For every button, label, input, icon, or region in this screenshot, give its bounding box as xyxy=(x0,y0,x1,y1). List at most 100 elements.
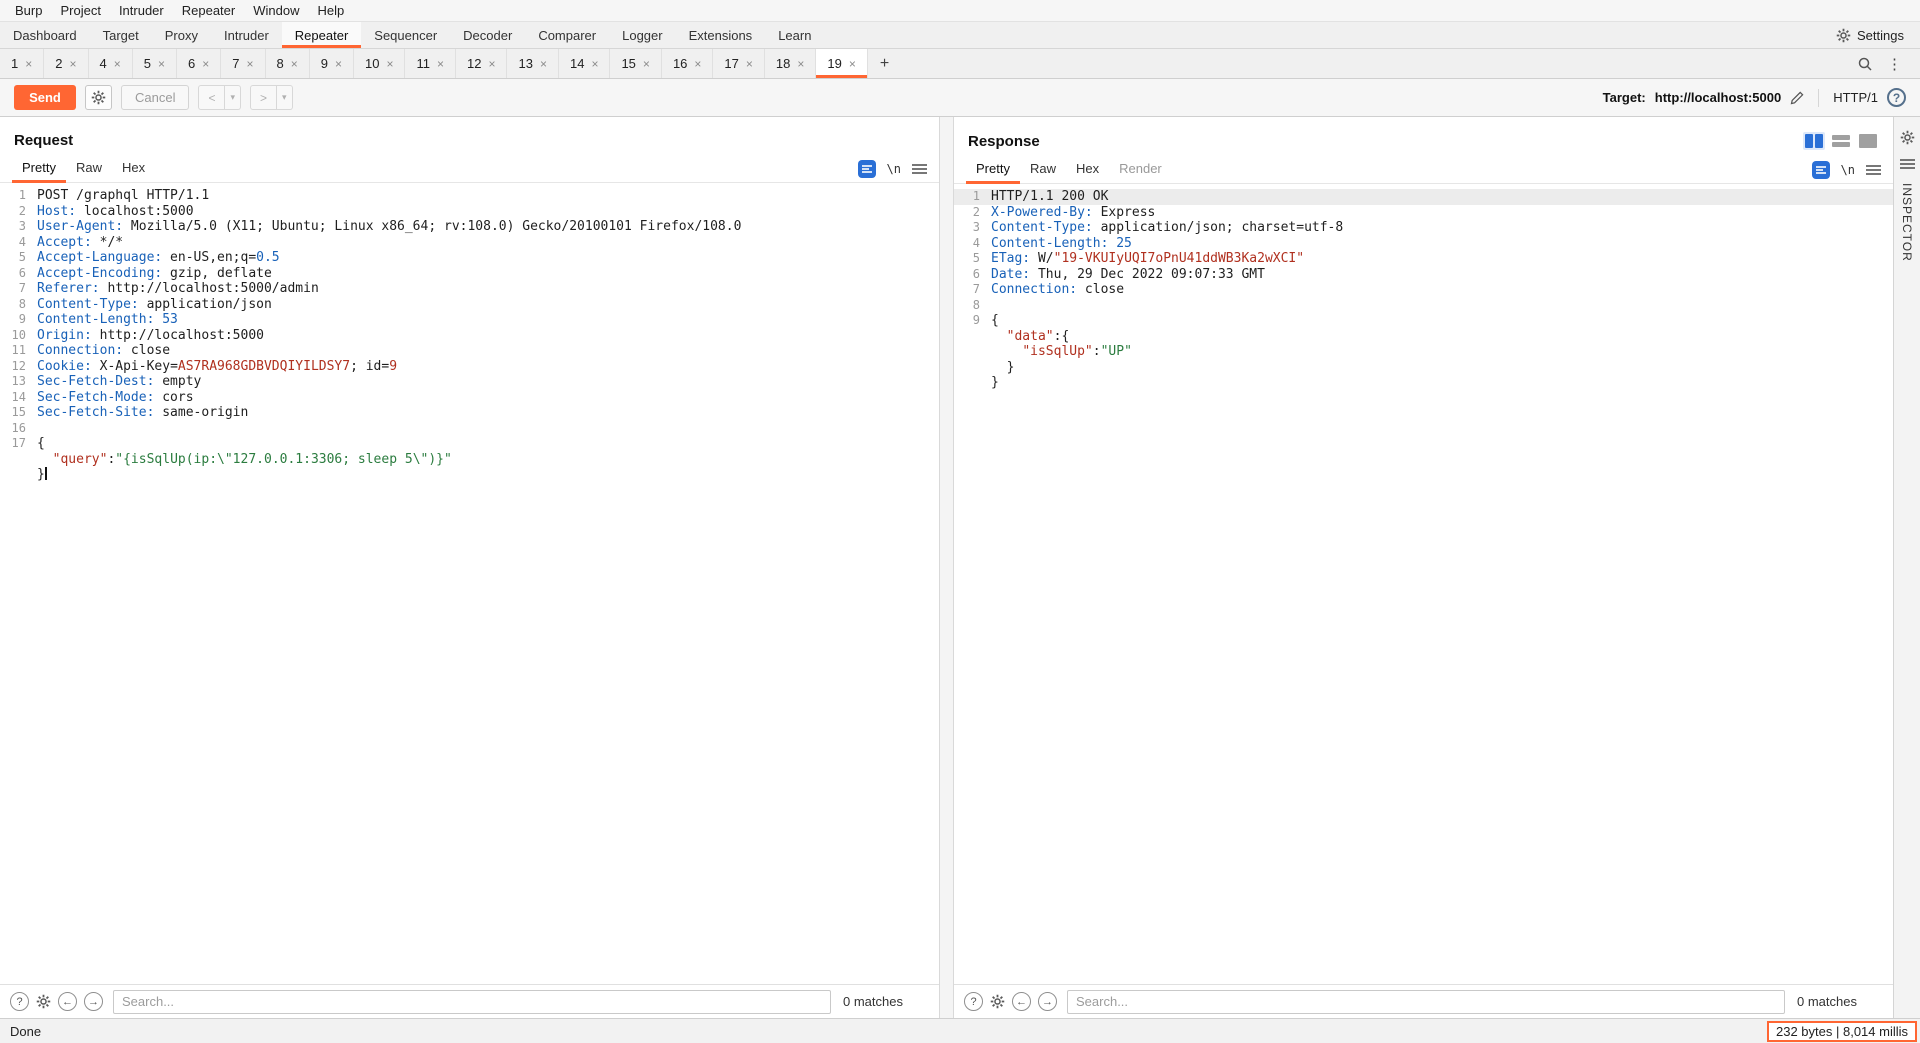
main-tab-decoder[interactable]: Decoder xyxy=(450,22,525,48)
close-tab-icon[interactable]: × xyxy=(386,57,393,71)
search-prev-icon[interactable]: ← xyxy=(1012,992,1031,1011)
editor-tab-raw[interactable]: Raw xyxy=(66,154,112,183)
edit-target-icon[interactable] xyxy=(1790,91,1804,105)
editor-tab-pretty[interactable]: Pretty xyxy=(12,154,66,183)
editor-tab-hex[interactable]: Hex xyxy=(1066,155,1109,184)
close-tab-icon[interactable]: × xyxy=(694,57,701,71)
repeater-tab-17[interactable]: 17× xyxy=(713,49,764,78)
editor-tab-render[interactable]: Render xyxy=(1109,155,1172,184)
close-tab-icon[interactable]: × xyxy=(158,57,165,71)
repeater-tab-8[interactable]: 8× xyxy=(266,49,310,78)
close-tab-icon[interactable]: × xyxy=(849,57,856,71)
layout-rows-button[interactable] xyxy=(1830,132,1852,150)
main-tab-extensions[interactable]: Extensions xyxy=(676,22,766,48)
editor-menu-icon[interactable] xyxy=(912,163,927,175)
menu-item-repeater[interactable]: Repeater xyxy=(173,0,244,21)
repeater-tab-4[interactable]: 4× xyxy=(89,49,133,78)
syntax-highlight-icon[interactable] xyxy=(1812,161,1830,179)
editor-tab-hex[interactable]: Hex xyxy=(112,154,155,183)
help-icon[interactable]: ? xyxy=(1887,88,1906,107)
syntax-highlight-icon[interactable] xyxy=(858,160,876,178)
line-text: Accept: */* xyxy=(26,235,123,251)
repeater-tab-19[interactable]: 19× xyxy=(816,49,867,78)
repeater-tab-2[interactable]: 2× xyxy=(44,49,88,78)
layout-single-button[interactable] xyxy=(1857,132,1879,150)
search-prev-icon[interactable]: ← xyxy=(58,992,77,1011)
menu-item-project[interactable]: Project xyxy=(51,0,109,21)
main-tab-proxy[interactable]: Proxy xyxy=(152,22,211,48)
close-tab-icon[interactable]: × xyxy=(797,57,804,71)
send-button[interactable]: Send xyxy=(14,85,76,110)
main-tab-intruder[interactable]: Intruder xyxy=(211,22,282,48)
close-tab-icon[interactable]: × xyxy=(335,57,342,71)
repeater-tab-13[interactable]: 13× xyxy=(507,49,558,78)
close-tab-icon[interactable]: × xyxy=(246,57,253,71)
menu-item-burp[interactable]: Burp xyxy=(6,0,51,21)
menu-item-window[interactable]: Window xyxy=(244,0,308,21)
close-tab-icon[interactable]: × xyxy=(746,57,753,71)
editor-menu-icon[interactable] xyxy=(1866,164,1881,176)
request-editor[interactable]: 1POST /graphql HTTP/1.12Host: localhost:… xyxy=(0,183,939,984)
repeater-tab-16[interactable]: 16× xyxy=(662,49,713,78)
request-settings-button[interactable] xyxy=(85,85,112,110)
line-number: 8 xyxy=(954,298,980,314)
editor-tab-raw[interactable]: Raw xyxy=(1020,155,1066,184)
main-tab-comparer[interactable]: Comparer xyxy=(525,22,609,48)
repeater-tab-10[interactable]: 10× xyxy=(354,49,405,78)
close-tab-icon[interactable]: × xyxy=(114,57,121,71)
main-tab-dashboard[interactable]: Dashboard xyxy=(0,22,90,48)
main-tab-repeater[interactable]: Repeater xyxy=(282,22,361,48)
search-help-icon[interactable]: ? xyxy=(964,992,983,1011)
close-tab-icon[interactable]: × xyxy=(643,57,650,71)
history-forward-button[interactable]: > xyxy=(250,85,277,110)
main-tab-learn[interactable]: Learn xyxy=(765,22,824,48)
close-tab-icon[interactable]: × xyxy=(437,57,444,71)
repeater-tab-18[interactable]: 18× xyxy=(765,49,816,78)
repeater-settings-icon[interactable] xyxy=(1900,130,1915,145)
close-tab-icon[interactable]: × xyxy=(69,57,76,71)
close-tab-icon[interactable]: × xyxy=(488,57,495,71)
main-tab-sequencer[interactable]: Sequencer xyxy=(361,22,450,48)
response-editor[interactable]: 1HTTP/1.1 200 OK2X-Powered-By: Express3C… xyxy=(954,184,1893,984)
cancel-button[interactable]: Cancel xyxy=(121,85,189,110)
repeater-tab-12[interactable]: 12× xyxy=(456,49,507,78)
search-help-icon[interactable]: ? xyxy=(10,992,29,1011)
layout-columns-button[interactable] xyxy=(1803,132,1825,150)
search-next-icon[interactable]: → xyxy=(1038,992,1057,1011)
request-search-input[interactable] xyxy=(113,990,831,1014)
history-back-dropdown-icon[interactable]: ▾ xyxy=(225,85,241,110)
history-forward-dropdown-icon[interactable]: ▾ xyxy=(277,85,293,110)
editor-tab-pretty[interactable]: Pretty xyxy=(966,155,1020,184)
search-settings-icon[interactable] xyxy=(36,994,51,1009)
search-settings-icon[interactable] xyxy=(990,994,1005,1009)
search-next-icon[interactable]: → xyxy=(84,992,103,1011)
repeater-tab-9[interactable]: 9× xyxy=(310,49,354,78)
close-tab-icon[interactable]: × xyxy=(540,57,547,71)
inspector-label[interactable]: INSPECTOR xyxy=(1900,183,1914,262)
history-back-button[interactable]: < xyxy=(198,85,225,110)
main-tab-target[interactable]: Target xyxy=(90,22,152,48)
main-tab-logger[interactable]: Logger xyxy=(609,22,675,48)
close-tab-icon[interactable]: × xyxy=(25,57,32,71)
close-tab-icon[interactable]: × xyxy=(202,57,209,71)
tab-overflow-menu-icon[interactable]: ⋮ xyxy=(1879,49,1910,78)
close-tab-icon[interactable]: × xyxy=(591,57,598,71)
settings-button[interactable]: Settings xyxy=(1832,22,1908,48)
repeater-tab-11[interactable]: 11× xyxy=(405,49,456,78)
repeater-tab-15[interactable]: 15× xyxy=(610,49,661,78)
show-newlines-toggle[interactable]: \n xyxy=(1841,163,1855,177)
show-newlines-toggle[interactable]: \n xyxy=(887,162,901,176)
repeater-tab-6[interactable]: 6× xyxy=(177,49,221,78)
menu-item-intruder[interactable]: Intruder xyxy=(110,0,173,21)
repeater-tab-5[interactable]: 5× xyxy=(133,49,177,78)
inspector-collapse-icon[interactable] xyxy=(1900,158,1915,170)
response-search-input[interactable] xyxy=(1067,990,1785,1014)
repeater-tab-14[interactable]: 14× xyxy=(559,49,610,78)
search-tabs-icon[interactable] xyxy=(1851,49,1879,78)
panel-splitter[interactable] xyxy=(940,117,953,1018)
repeater-tab-1[interactable]: 1× xyxy=(0,49,44,78)
close-tab-icon[interactable]: × xyxy=(291,57,298,71)
repeater-tab-7[interactable]: 7× xyxy=(221,49,265,78)
menu-item-help[interactable]: Help xyxy=(308,0,353,21)
new-tab-button[interactable]: + xyxy=(868,49,901,78)
